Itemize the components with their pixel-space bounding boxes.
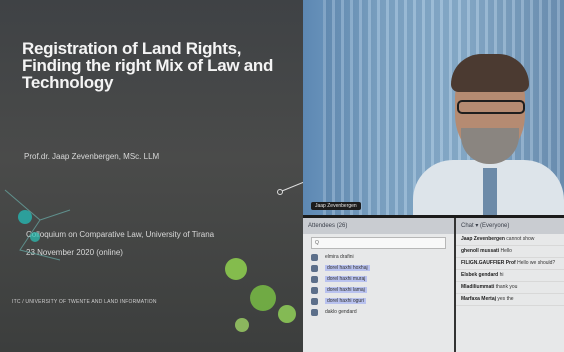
decoration-network-lines [4, 189, 71, 261]
chat-message: FILIGN.GAUFFIER Prof Hello we should? [456, 258, 564, 270]
decoration-green-blob [235, 318, 249, 332]
chat-text: hi [499, 272, 504, 278]
attendee-name: daklo gendard [325, 309, 357, 315]
attendee-row[interactable]: elmira drafini [311, 252, 454, 263]
chat-panel: Chat ▾ (Everyone) Jaap Zevenbergen canno… [456, 218, 564, 352]
speaker-glasses [457, 100, 525, 114]
attendee-name: elmira drafini [325, 254, 354, 260]
attendees-panel: Attendees (26) Q elmira drafini dorel ha… [303, 218, 454, 352]
chat-message: ghenoll mussati Hello [456, 246, 564, 258]
slide-footer: ITC / UNIVERSITY OF TWENTE AND LAND INFO… [12, 299, 157, 305]
chat-message: Marfaxa Mertaj yes the [456, 294, 564, 306]
user-icon [311, 298, 318, 305]
chat-text: Hello [500, 248, 512, 254]
chat-author: Marfaxa Mertaj [461, 296, 497, 302]
attendee-name: dorel haxhi oguri [325, 298, 366, 304]
chat-message: Jaap Zevenbergen cannot show [456, 234, 564, 246]
chat-text: Hello we should? [517, 260, 556, 266]
user-icon [311, 276, 318, 283]
chat-author: ghenoll mussati [461, 248, 500, 254]
speaker-video: Jaap Zevenbergen [303, 0, 564, 215]
presentation-slide: Registration of Land Rights, Finding the… [0, 0, 303, 352]
attendee-name: dorel haxhi muraj [325, 276, 368, 282]
chat-text: cannot show [506, 236, 535, 242]
decoration-green-blob [278, 305, 296, 323]
attendee-row[interactable]: daklo gendard [311, 307, 454, 318]
slide-author: Prof.dr. Jaap Zevenbergen, MSc. LLM [24, 152, 160, 161]
chat-author: Elsbek gendard [461, 272, 499, 278]
decoration-green-blob [225, 258, 247, 280]
user-icon [311, 309, 318, 316]
attendee-row[interactable]: dorel haxhi hoxhaj [311, 263, 454, 274]
speaker-hair [451, 54, 529, 92]
attendee-row[interactable]: dorel haxhi lamaj [311, 285, 454, 296]
chat-message: Mladiliummati thank you [456, 282, 564, 294]
chat-author: FILIGN.GAUFFIER Prof [461, 260, 516, 266]
pointer-icon [277, 181, 303, 195]
chat-author: Jaap Zevenbergen [461, 236, 505, 242]
attendee-name: dorel haxhi hoxhaj [325, 265, 370, 271]
attendee-row[interactable]: dorel haxhi oguri [311, 296, 454, 307]
user-icon [311, 265, 318, 272]
user-icon [311, 287, 318, 294]
presenter-name-tag: Jaap Zevenbergen [311, 202, 361, 210]
speaker-tie [483, 168, 497, 215]
user-icon [311, 254, 318, 261]
attendees-search-input[interactable]: Q [311, 237, 446, 249]
chat-text: thank you [495, 284, 518, 290]
chat-panel-header[interactable]: Chat ▾ (Everyone) [456, 218, 564, 234]
chat-message: Elsbek gendard hi [456, 270, 564, 282]
chat-author: Mladiliummati [461, 284, 495, 290]
attendee-name: dorel haxhi lamaj [325, 287, 367, 293]
slide-title: Registration of Land Rights, Finding the… [22, 39, 274, 92]
chat-text: yes the [497, 296, 514, 302]
attendee-row[interactable]: dorel haxhi muraj [311, 274, 454, 285]
decoration-green-blob [250, 285, 276, 311]
attendees-panel-header[interactable]: Attendees (26) [303, 218, 454, 234]
